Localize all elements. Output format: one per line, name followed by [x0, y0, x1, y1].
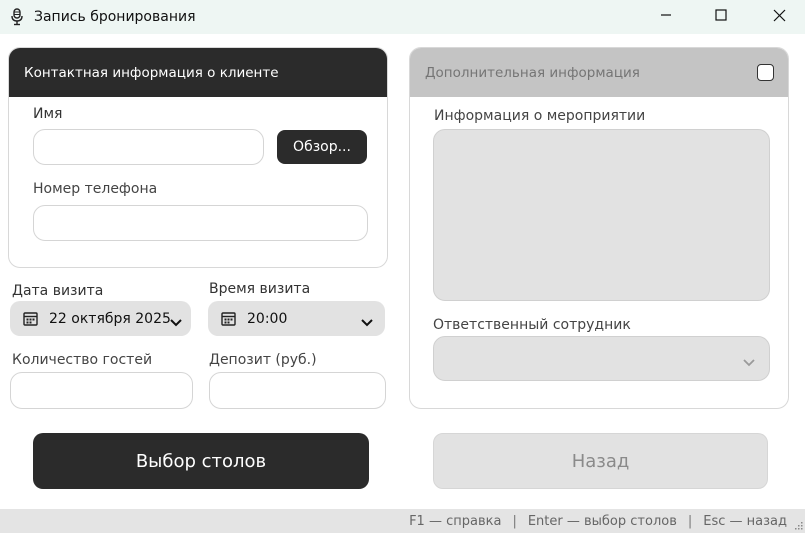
visit-date-label: Дата визита [12, 283, 104, 299]
window-title: Запись бронирования [34, 9, 196, 25]
name-input[interactable] [33, 129, 264, 165]
event-info-label: Информация о мероприятии [434, 108, 646, 124]
staff-label: Ответственный сотрудник [433, 317, 631, 333]
staff-select[interactable] [433, 336, 770, 381]
chevron-down-icon [743, 355, 755, 366]
visit-date-picker[interactable]: 22 октября 2025 [10, 301, 191, 336]
phone-label: Номер телефона [33, 181, 158, 197]
close-button[interactable] [750, 0, 805, 34]
event-info-textarea[interactable] [433, 129, 770, 301]
visit-time-value: 20:00 [247, 310, 288, 327]
visit-time-label: Время визита [209, 281, 311, 297]
contact-info-header: Контактная информация о клиенте [9, 48, 387, 97]
extra-info-title: Дополнительная информация [425, 64, 640, 81]
guests-label: Количество гостей [12, 352, 153, 368]
deposit-input[interactable] [209, 372, 386, 409]
guests-input[interactable] [10, 372, 193, 409]
chevron-down-icon [170, 315, 182, 326]
maximize-icon [715, 9, 727, 25]
visit-time-picker[interactable]: 20:00 [208, 301, 385, 336]
back-button[interactable]: Назад [433, 433, 768, 489]
visit-date-value: 22 октября 2025 [49, 310, 171, 327]
close-icon [773, 9, 786, 26]
status-separator: | [687, 513, 693, 529]
deposit-label: Депозит (руб.) [209, 352, 317, 368]
status-select-hint: Enter — выбор столов [527, 513, 677, 529]
maximize-button[interactable] [692, 0, 750, 34]
minimize-icon [660, 9, 672, 25]
select-tables-button[interactable]: Выбор столов [33, 433, 369, 489]
calendar-icon [23, 311, 39, 327]
extra-info-checkbox[interactable] [757, 64, 774, 81]
status-bar: F1 — справка | Enter — выбор столов | Es… [0, 509, 805, 533]
title-bar: Запись бронирования [0, 0, 805, 34]
chevron-down-icon [361, 315, 373, 326]
browse-button[interactable]: Обзор... [277, 130, 367, 164]
resize-grip-icon[interactable] [793, 521, 803, 531]
name-label: Имя [33, 106, 63, 122]
microphone-icon [10, 8, 24, 26]
status-back-hint: Esc — назад [703, 513, 787, 529]
phone-input[interactable] [33, 205, 368, 241]
extra-info-header: Дополнительная информация [410, 48, 788, 97]
status-separator: | [512, 513, 517, 529]
status-help-hint: F1 — справка [409, 513, 502, 529]
minimize-button[interactable] [637, 0, 695, 34]
calendar-icon [221, 311, 237, 327]
